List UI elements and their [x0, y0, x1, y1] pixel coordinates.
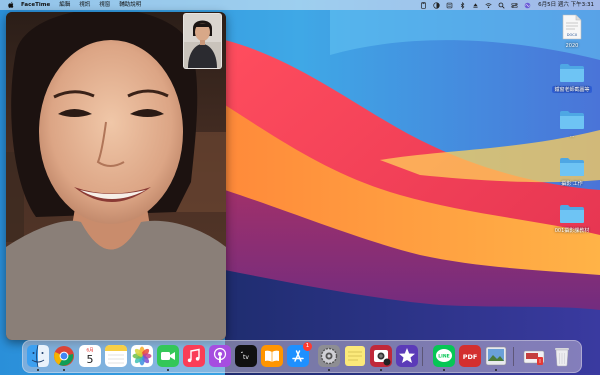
chrome-icon [54, 346, 74, 366]
status-area: 6月5日 週六 下午3:31 [414, 0, 594, 10]
siri-icon[interactable] [524, 2, 531, 9]
desktop-folder-3[interactable]: 攝影 工作 [546, 157, 598, 187]
dock-app-store[interactable]: 1 [287, 342, 312, 367]
menu-edit[interactable]: 編輯 [59, 0, 70, 10]
running-indicator [167, 369, 169, 371]
menu-bar: FaceTime 編輯 視訊 視窗 輔助說明 6月5日 週六 下午3:31 [0, 0, 600, 10]
desktop-file-2020[interactable]: DOCX 2020 [546, 14, 598, 49]
running-indicator [37, 369, 39, 371]
dock-music[interactable] [183, 345, 205, 367]
finder-icon [27, 345, 49, 367]
self-video-feed [184, 14, 221, 68]
dock-photo-app[interactable] [370, 345, 392, 367]
desktop-folder-1[interactable]: 鐵窗老師截圖等 [546, 63, 598, 93]
running-indicator [380, 369, 382, 371]
tv-icon: tv [235, 345, 257, 367]
desktop-file-label: 2020 [565, 43, 579, 49]
menu-clock[interactable]: 6月5日 週六 下午3:31 [538, 0, 594, 10]
dock-line[interactable]: LINE [433, 345, 455, 367]
clip-icon[interactable] [420, 1, 427, 9]
folder-icon [560, 158, 584, 176]
gear-icon [318, 345, 340, 367]
desktop-folder-label: 001攝影課教材 [554, 228, 590, 234]
dock-trash[interactable] [551, 345, 573, 367]
dock-photos[interactable] [131, 345, 153, 367]
night-shift-icon[interactable] [433, 1, 440, 9]
notes-app-icon [105, 345, 127, 367]
desktop-folder-2[interactable]: ... [546, 110, 598, 139]
dock-separator [513, 347, 514, 366]
dock-calendar[interactable]: 6月 5 [79, 345, 101, 367]
line-app-icon: LINE [433, 345, 455, 367]
facetime-icon [157, 345, 179, 367]
dock-tv[interactable]: tv [235, 345, 257, 367]
desktop-folder-label: 鐵窗老師截圖等 [552, 86, 592, 93]
running-indicator [328, 369, 330, 371]
desktop-folder-4[interactable]: 001攝影課教材 [546, 204, 598, 234]
control-center-icon[interactable] [511, 2, 518, 9]
dock-finder[interactable] [27, 345, 49, 367]
self-view-pip[interactable] [183, 13, 222, 69]
notification-badge: 1 [303, 342, 312, 351]
menu-help[interactable]: 輔助說明 [119, 0, 141, 10]
line-text: LINE [438, 354, 449, 360]
desktop-folder-label: 攝影 工作 [561, 181, 583, 187]
folder-icon [560, 64, 584, 82]
menu-window[interactable]: 視窗 [99, 0, 110, 10]
trash-icon [555, 348, 569, 367]
stickies-icon [345, 346, 365, 366]
dock-separator [422, 347, 423, 366]
dock-podcasts[interactable] [209, 345, 231, 367]
dock-chrome[interactable] [53, 345, 75, 367]
dock-imovie[interactable] [396, 345, 418, 367]
dock-system-preferences[interactable] [318, 345, 340, 367]
downloads-stack-icon [523, 350, 545, 365]
books-icon [261, 345, 283, 367]
music-icon [183, 345, 205, 367]
pdf-icon: PDF [459, 345, 481, 367]
apple-menu-icon[interactable] [7, 1, 15, 9]
desktop-folder-label: ... [569, 133, 575, 139]
dock-downloads[interactable] [523, 345, 545, 367]
dock-notes[interactable] [105, 345, 127, 367]
dock-facetime[interactable] [157, 345, 179, 367]
folder-icon [560, 111, 584, 129]
dock-books[interactable] [261, 345, 283, 367]
calendar-date: 5 [87, 353, 94, 366]
pdf-text: PDF [463, 353, 478, 361]
docx-tag: DOCX [567, 33, 578, 37]
notes-icon[interactable] [446, 2, 453, 9]
wifi-icon[interactable] [485, 2, 492, 9]
dock-stickies[interactable] [344, 345, 366, 367]
dock: 6月 5 tv 1 LINE PDF [22, 340, 582, 373]
dock-pdf[interactable]: PDF [459, 345, 481, 367]
bluetooth-icon[interactable] [459, 1, 466, 9]
facetime-window[interactable] [6, 12, 226, 340]
calendar-icon: 6月 5 [79, 345, 101, 367]
podcasts-icon [209, 345, 231, 367]
preview-icon [485, 346, 507, 366]
running-indicator [495, 369, 497, 371]
star-icon [396, 345, 418, 367]
docx-file-icon: DOCX [562, 14, 582, 40]
eject-icon[interactable] [472, 2, 479, 9]
menu-video[interactable]: 視訊 [79, 0, 90, 10]
running-indicator [443, 369, 445, 371]
photo-booth-icon [370, 345, 392, 367]
menu-app-name[interactable]: FaceTime [21, 0, 50, 10]
photos-icon [131, 345, 153, 367]
svg-text:tv: tv [243, 354, 249, 361]
folder-icon [560, 205, 584, 223]
running-indicator [63, 369, 65, 371]
search-icon[interactable] [498, 2, 505, 9]
dock-preview[interactable] [485, 345, 507, 367]
